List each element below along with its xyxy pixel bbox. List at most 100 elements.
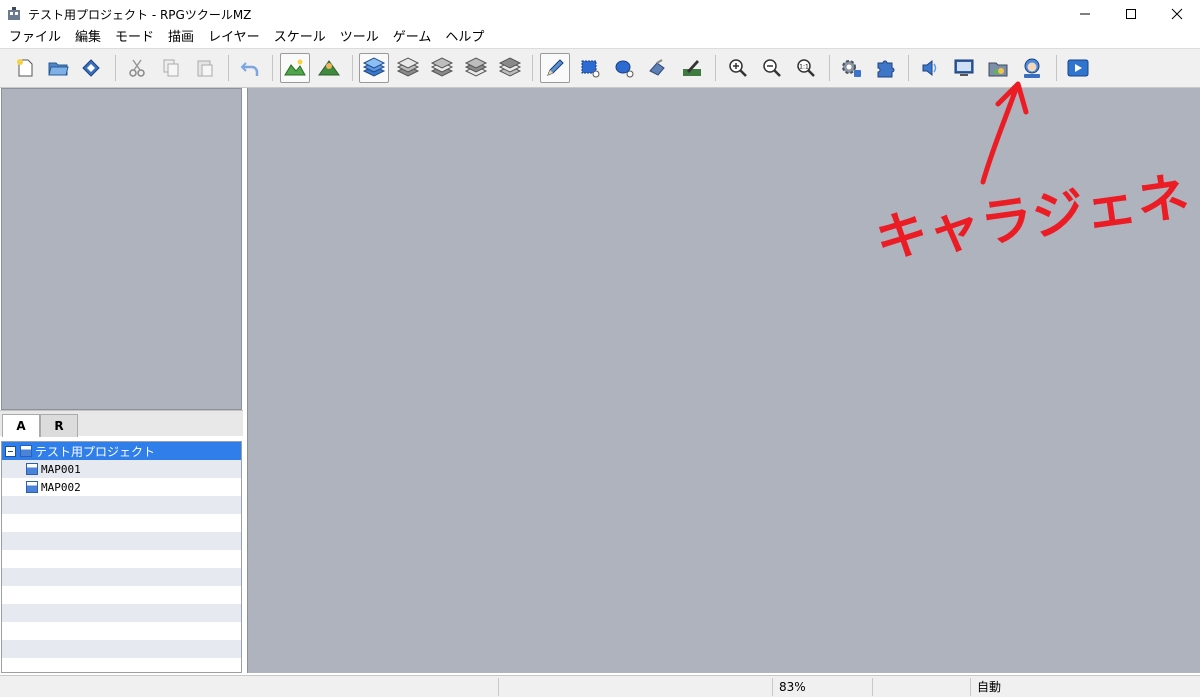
character-generator-button[interactable] bbox=[1017, 53, 1047, 83]
title-bar: テスト用プロジェクト - RPGツクールMZ bbox=[0, 0, 1200, 28]
save-icon bbox=[82, 59, 100, 77]
event-searcher-button[interactable] bbox=[949, 53, 979, 83]
svg-text:1:1: 1:1 bbox=[799, 64, 809, 71]
rectangle-tool-button[interactable] bbox=[575, 53, 605, 83]
pencil-tool-button[interactable] bbox=[540, 53, 570, 83]
fill-tool-button[interactable] bbox=[643, 53, 673, 83]
toolbar-separator bbox=[532, 55, 533, 81]
layer-2-icon bbox=[430, 57, 454, 77]
speaker-icon bbox=[922, 59, 937, 77]
shadow-pen-button[interactable] bbox=[677, 53, 707, 83]
close-icon bbox=[1171, 8, 1183, 20]
menu-file[interactable]: ファイル bbox=[2, 28, 68, 48]
toolbar-separator bbox=[115, 55, 116, 81]
puzzle-icon bbox=[877, 60, 895, 78]
scissors-icon bbox=[129, 59, 145, 77]
tree-empty-row bbox=[2, 550, 241, 568]
menu-mode[interactable]: モード bbox=[108, 28, 161, 48]
zoom-in-button[interactable] bbox=[723, 53, 753, 83]
character-generator-icon bbox=[1024, 58, 1040, 78]
resource-manager-button[interactable] bbox=[983, 53, 1013, 83]
tree-project-root[interactable]: テスト用プロジェクト bbox=[2, 442, 241, 460]
toolbar-separator bbox=[228, 55, 229, 81]
save-project-button[interactable] bbox=[76, 53, 106, 83]
zoom-actual-icon: 1:1 bbox=[797, 59, 815, 77]
collapse-icon[interactable] bbox=[5, 445, 16, 457]
database-button[interactable] bbox=[836, 53, 866, 83]
open-project-button[interactable] bbox=[43, 53, 73, 83]
new-project-button[interactable] bbox=[10, 53, 40, 83]
playtest-button[interactable] bbox=[1063, 53, 1093, 83]
rectangle-icon bbox=[581, 60, 600, 78]
tab-r[interactable]: R bbox=[40, 414, 78, 437]
ellipse-tool-button[interactable] bbox=[609, 53, 639, 83]
zoom-out-button[interactable] bbox=[757, 53, 787, 83]
status-layer bbox=[872, 678, 970, 696]
zoom-actual-button[interactable]: 1:1 bbox=[791, 53, 821, 83]
ellipse-icon bbox=[615, 60, 634, 78]
toolbar-separator bbox=[908, 55, 909, 81]
menu-edit[interactable]: 編集 bbox=[68, 28, 108, 48]
map-tree: テスト用プロジェクト MAP001 MAP002 bbox=[1, 441, 242, 673]
sound-test-button[interactable] bbox=[915, 53, 945, 83]
tree-empty-row bbox=[2, 658, 241, 672]
layer-auto-button[interactable] bbox=[359, 53, 389, 83]
toolbar: 1:1 bbox=[0, 48, 1200, 88]
paint-bucket-icon bbox=[649, 59, 665, 76]
paste-icon bbox=[197, 60, 213, 77]
toolbar-separator bbox=[352, 55, 353, 81]
menu-tools[interactable]: ツール bbox=[333, 28, 386, 48]
menu-help[interactable]: ヘルプ bbox=[438, 28, 491, 48]
layer-3-icon bbox=[464, 57, 488, 77]
tree-map-item[interactable]: MAP001 bbox=[2, 460, 241, 478]
status-zoom: 83% bbox=[772, 678, 872, 696]
event-mode-button[interactable] bbox=[314, 53, 344, 83]
status-mode: 自動 bbox=[970, 678, 1080, 696]
tree-empty-row bbox=[2, 640, 241, 658]
tree-map-item[interactable]: MAP002 bbox=[2, 478, 241, 496]
maximize-button[interactable] bbox=[1108, 0, 1154, 28]
layer-1-icon bbox=[396, 57, 420, 77]
shadow-pen-icon bbox=[683, 60, 701, 76]
map-icon bbox=[26, 481, 38, 493]
menu-layer[interactable]: レイヤー bbox=[201, 28, 267, 48]
plugin-manager-button[interactable] bbox=[870, 53, 900, 83]
close-button[interactable] bbox=[1154, 0, 1200, 28]
layer-4-button[interactable] bbox=[495, 53, 525, 83]
status-coordinates bbox=[498, 678, 770, 696]
map-canvas[interactable] bbox=[247, 88, 1200, 673]
paste-button[interactable] bbox=[190, 53, 220, 83]
copy-button[interactable] bbox=[156, 53, 186, 83]
minimize-button[interactable] bbox=[1062, 0, 1108, 28]
toolbar-separator bbox=[1056, 55, 1057, 81]
layer-4-icon bbox=[498, 57, 522, 77]
map-mode-button[interactable] bbox=[280, 53, 310, 83]
layers-icon bbox=[362, 57, 386, 77]
play-icon bbox=[1067, 59, 1089, 77]
menu-scale[interactable]: スケール bbox=[267, 28, 333, 48]
layer-3-button[interactable] bbox=[461, 53, 491, 83]
tree-empty-row bbox=[2, 532, 241, 550]
map-icon bbox=[26, 463, 38, 475]
toolbar-separator bbox=[715, 55, 716, 81]
undo-button[interactable] bbox=[235, 53, 265, 83]
menu-game[interactable]: ゲーム bbox=[386, 28, 439, 48]
map-name: MAP002 bbox=[41, 480, 81, 494]
project-name: テスト用プロジェクト bbox=[35, 444, 156, 459]
toolbar-separator bbox=[272, 55, 273, 81]
menu-draw[interactable]: 描画 bbox=[161, 28, 201, 48]
pencil-icon bbox=[547, 59, 564, 76]
tab-a[interactable]: A bbox=[2, 414, 40, 437]
resource-folder-icon bbox=[988, 62, 1008, 77]
cut-button[interactable] bbox=[122, 53, 152, 83]
tree-empty-row bbox=[2, 586, 241, 604]
layer-2-button[interactable] bbox=[427, 53, 457, 83]
status-bar: 83% 自動 bbox=[0, 675, 1200, 697]
project-icon bbox=[20, 445, 32, 457]
database-gear-icon bbox=[842, 60, 861, 77]
layer-1-button[interactable] bbox=[393, 53, 423, 83]
menu-bar: ファイル 編集 モード 描画 レイヤー スケール ツール ゲーム ヘルプ bbox=[0, 28, 1200, 48]
window-controls bbox=[1062, 0, 1200, 28]
tileset-palette[interactable] bbox=[1, 88, 242, 410]
map-mode-icon bbox=[284, 59, 306, 76]
